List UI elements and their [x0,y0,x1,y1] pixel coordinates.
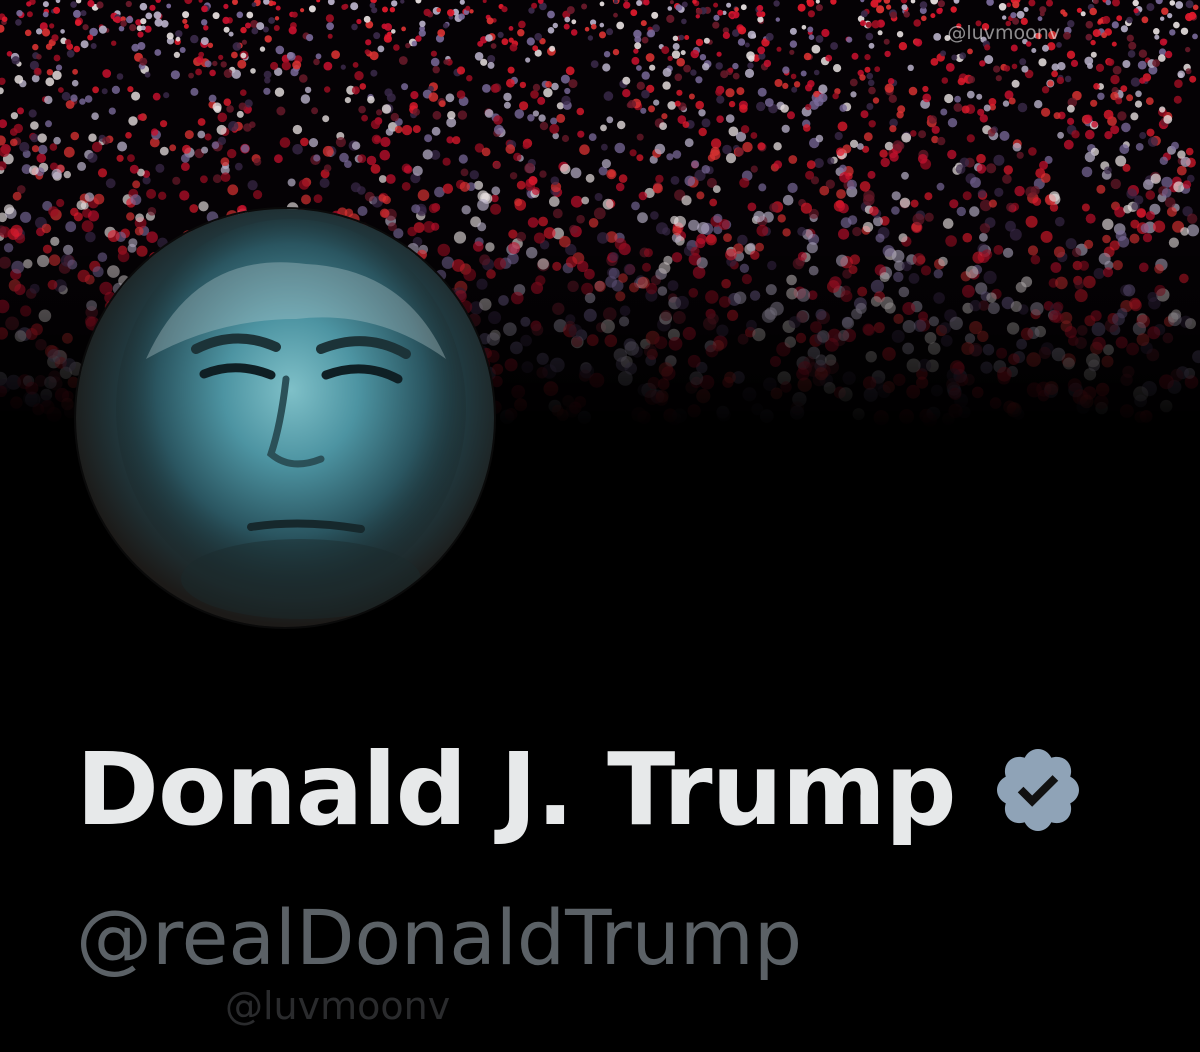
profile-page: @luvmoonv Donald J. Trump @realDonaldTru… [0,0,1200,1052]
watermark-top: @luvmoonv [947,22,1060,44]
display-name: Donald J. Trump [76,731,957,848]
profile-avatar[interactable] [76,209,494,627]
name-row: Donald J. Trump [76,730,1086,850]
watermark-bottom: @luvmoonv [225,984,451,1028]
profile-handle: @realDonaldTrump [76,893,803,982]
avatar-face-image [116,219,466,619]
verified-badge-icon[interactable] [990,742,1086,838]
